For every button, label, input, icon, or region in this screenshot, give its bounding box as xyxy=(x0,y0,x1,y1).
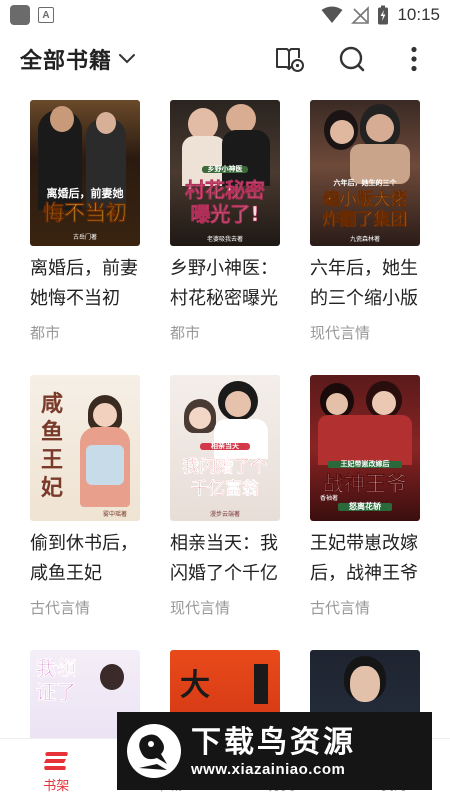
page-title: 全部书籍 xyxy=(20,49,113,74)
book-title: 乡野小神医：村花秘密曝光了 xyxy=(170,258,278,309)
cover-title-line: 我闪婚了个 xyxy=(182,457,268,477)
book-cover: 离婚后，前妻她 悔不当初 古岳门著 xyxy=(30,100,140,246)
cover-title-line: 曝光了! xyxy=(190,202,260,226)
book-import-button[interactable] xyxy=(274,43,306,75)
book-cover: 王妃带崽改嫁后 战神王爷 怒离花轿 香袖著 xyxy=(310,375,420,521)
book-category: 古代言情 xyxy=(30,599,91,617)
cover-title-line: 妃 xyxy=(40,475,63,501)
cover-title-line: 怒离花轿 xyxy=(338,502,392,512)
book-cover: 相亲当天 我闪婚了个 千亿富翁 漫步云端著 xyxy=(170,375,280,521)
bird-logo-icon xyxy=(127,724,181,778)
cover-author: 老婆吸我去著 xyxy=(206,236,243,243)
search-icon xyxy=(339,46,365,72)
book-category: 都市 xyxy=(30,324,61,342)
bookshelf-filter-dropdown[interactable]: 全部书籍 xyxy=(20,43,136,75)
book-item[interactable]: 相亲当天 我闪婚了个 千亿富翁 漫步云端著 相亲当天：我闪婚了个千亿富翁 现代言… xyxy=(170,375,280,618)
header: 全部书籍 xyxy=(0,36,450,82)
battery-icon xyxy=(378,5,389,25)
cover-title-line: 六年后，她生的三个 xyxy=(333,179,397,187)
tab-bookshelf[interactable]: 书架 xyxy=(0,739,113,800)
cover-title-line: 战神王爷 xyxy=(323,471,408,496)
bookshelf-icon xyxy=(44,752,69,770)
book-item[interactable]: 离婚后，前妻她 悔不当初 古岳门著 离婚后，前妻她悔不当初 都市 xyxy=(30,100,140,343)
book-title: 相亲当天：我闪婚了个千亿富翁 xyxy=(170,533,278,584)
cover-author: 九瓷森林著 xyxy=(349,236,380,243)
a-notification-icon: A xyxy=(38,7,54,23)
watermark-url: www.xiazainiao.com xyxy=(191,760,346,778)
cover-title-line: 悔不当初 xyxy=(43,201,128,225)
cover-author: 雾中瑶著 xyxy=(102,511,127,518)
wifi-icon xyxy=(321,6,343,23)
cover-title-line: 缩小版大佬 xyxy=(322,190,408,210)
tab-label: 书架 xyxy=(43,779,70,794)
book-item[interactable]: 咸 鱼 王 妃 雾中瑶著 偷到休书后，咸鱼王妃 古代言情 xyxy=(30,375,140,618)
book-cover: 咸 鱼 王 妃 雾中瑶著 xyxy=(30,375,140,521)
book-title: 偷到休书后，咸鱼王妃 xyxy=(30,533,138,584)
book-category: 现代言情 xyxy=(310,324,371,342)
cover-title-line: 乡野小神医 xyxy=(202,165,248,174)
app-notification-icon xyxy=(10,5,30,25)
cover-title-line: 村花秘密 xyxy=(185,178,266,202)
more-menu-button[interactable] xyxy=(398,43,430,75)
clock: 10:15 xyxy=(397,5,440,24)
cover-title-line: 千亿富翁 xyxy=(191,479,259,499)
chevron-down-icon xyxy=(119,54,136,64)
cover-title-line: 鱼 xyxy=(40,419,63,445)
cover-author: 古岳门著 xyxy=(72,234,97,241)
book-category: 现代言情 xyxy=(170,599,231,617)
book-cover: 六年后，她生的三个 缩小版大佬 炸翻了集团 九瓷森林著 xyxy=(310,100,420,246)
book-settings-icon xyxy=(276,48,304,72)
cover-author: 漫步云端著 xyxy=(209,511,240,518)
cover-title-line: 王 xyxy=(40,447,63,473)
book-category: 都市 xyxy=(170,324,201,342)
search-button[interactable] xyxy=(336,43,368,75)
more-vertical-icon xyxy=(411,46,417,72)
no-signal-icon xyxy=(351,6,370,24)
book-item[interactable]: 六年后，她生的三个 缩小版大佬 炸翻了集团 九瓷森林著 六年后，她生的三个缩小版… xyxy=(310,100,420,343)
book-cover: 乡野小神医 村花秘密 曝光了! 老婆吸我去著 xyxy=(170,100,280,246)
cover-title-line: 王妃带崽改嫁后 xyxy=(328,460,402,469)
watermark-name: 下载鸟资源 xyxy=(191,724,356,760)
watermark: 下载鸟资源 www.xiazainiao.com xyxy=(117,712,432,790)
book-title: 离婚后，前妻她悔不当初 xyxy=(30,258,138,309)
status-bar: A 10:15 xyxy=(0,0,450,30)
cover-title-line: 离婚后，前妻她 xyxy=(46,187,124,200)
book-item[interactable]: 乡野小神医 村花秘密 曝光了! 老婆吸我去著 乡野小神医：村花秘密曝光了 都市 xyxy=(170,100,280,343)
cover-title-line: 炸翻了集团 xyxy=(322,210,408,230)
book-category: 古代言情 xyxy=(310,599,371,617)
cover-title-line: 咸 xyxy=(40,391,63,417)
book-title: 六年后，她生的三个缩小版大佬炸翻了集团 xyxy=(310,258,418,309)
cover-title-line: 相亲当天 xyxy=(200,442,250,451)
book-item[interactable]: 王妃带崽改嫁后 战神王爷 怒离花轿 香袖著 王妃带崽改嫁后，战神王爷 古代言情 xyxy=(310,375,420,618)
cover-author: 香袖著 xyxy=(319,495,338,502)
cover-title-line: 大 xyxy=(180,668,210,703)
book-title: 王妃带崽改嫁后，战神王爷 xyxy=(310,533,418,584)
